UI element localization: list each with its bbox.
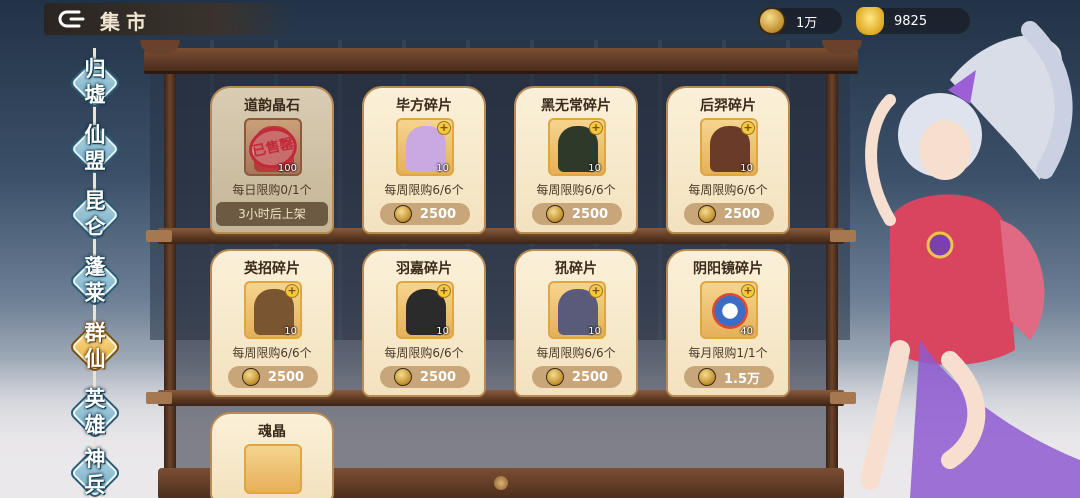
- item-price: 2500: [723, 206, 761, 222]
- fragment-plus-icon: +: [741, 121, 755, 135]
- shop-item-card[interactable]: 毕方碎片 + 10 每周限购6/6个 2500: [362, 86, 486, 234]
- item-icon: + 10: [244, 281, 302, 339]
- token-icon: [697, 205, 716, 223]
- item-icon: + 10: [548, 281, 606, 339]
- fragment-plus-icon: +: [589, 284, 603, 298]
- restock-timer: 3小时后上架: [216, 202, 328, 226]
- item-price: 2500: [571, 369, 609, 385]
- fragment-plus-icon: +: [741, 284, 755, 298]
- token-icon: [697, 368, 716, 386]
- scroll-indicator: [494, 476, 508, 490]
- item-icon: + 10: [396, 118, 454, 176]
- purchase-limit: 每周限购6/6个: [384, 183, 464, 197]
- shop-item-card[interactable]: 羽嘉碎片 + 10 每周限购6/6个 2500: [362, 249, 486, 397]
- item-icon: [244, 444, 302, 494]
- page-title: 集市: [100, 10, 152, 34]
- fragment-plus-icon: +: [285, 284, 299, 298]
- purchase-limit: 每月限购1/1个: [688, 346, 768, 360]
- shelf-roof: [140, 40, 862, 74]
- nav-label: 昆仑: [84, 188, 106, 239]
- item-icon: + 10: [700, 118, 758, 176]
- item-icon: 已售罄 100: [244, 118, 302, 176]
- item-name: 黑无常碎片: [541, 98, 611, 114]
- back-arrow-icon: [58, 10, 85, 28]
- shelf-post-left: [164, 74, 176, 498]
- nav-item-yingxiong[interactable]: 英雄: [70, 386, 120, 438]
- purchase-limit: 每周限购6/6个: [688, 183, 768, 197]
- item-quantity: 100: [277, 163, 297, 174]
- token-icon: [393, 368, 412, 386]
- buy-button[interactable]: 2500: [684, 203, 774, 225]
- purchase-limit: 每周限购6/6个: [384, 346, 464, 360]
- item-name: 后羿碎片: [700, 98, 756, 114]
- item-quantity: 10: [436, 326, 449, 337]
- item-icon: + 10: [548, 118, 606, 176]
- nav-item-xianmeng[interactable]: 仙盟: [70, 122, 120, 174]
- nav-label: 蓬莱: [84, 254, 106, 305]
- item-price: 2500: [419, 206, 457, 222]
- buy-button[interactable]: 1.5万: [684, 366, 774, 388]
- item-name: 阴阳镜碎片: [693, 261, 763, 277]
- nav-label: 英雄: [84, 386, 106, 437]
- item-name: 魂晶: [258, 424, 286, 440]
- item-quantity: 10: [284, 326, 297, 337]
- yin-yang-mirror-icon: [712, 293, 748, 329]
- shop-item-card[interactable]: 魂晶: [210, 412, 334, 498]
- item-icon: + 40: [700, 281, 758, 339]
- fragment-plus-icon: +: [437, 284, 451, 298]
- back-button[interactable]: [52, 7, 92, 31]
- item-icon: + 10: [396, 281, 454, 339]
- buy-button[interactable]: 2500: [532, 366, 622, 388]
- nav-item-penglai[interactable]: 蓬莱: [70, 254, 120, 306]
- item-quantity: 10: [436, 163, 449, 174]
- item-price: 2500: [267, 369, 305, 385]
- item-quantity: 10: [588, 163, 601, 174]
- nav-item-guixu[interactable]: 归墟: [70, 56, 120, 108]
- fragment-plus-icon: +: [437, 121, 451, 135]
- shop-item-card[interactable]: 后羿碎片 + 10 每周限购6/6个 2500: [666, 86, 790, 234]
- item-name: 犼碎片: [555, 261, 597, 277]
- item-price: 2500: [419, 369, 457, 385]
- token-icon: [241, 368, 260, 386]
- item-quantity: 10: [588, 326, 601, 337]
- shopkeeper-character: [860, 21, 1080, 498]
- token-icon: [393, 205, 412, 223]
- shop-item-card[interactable]: 阴阳镜碎片 + 40 每月限购1/1个 1.5万: [666, 249, 790, 397]
- nav-label: 仙盟: [84, 122, 106, 173]
- purchase-limit: 每周限购6/6个: [536, 346, 616, 360]
- item-price: 1.5万: [723, 371, 761, 387]
- token-icon: [758, 7, 786, 35]
- purchase-limit: 每日限购0/1个: [232, 183, 312, 197]
- nav-label: 神兵: [84, 446, 106, 497]
- item-name: 英招碎片: [244, 261, 300, 277]
- fragment-plus-icon: +: [589, 121, 603, 135]
- token-icon: [545, 205, 564, 223]
- item-name: 道韵晶石: [244, 98, 300, 114]
- nav-item-qunxian[interactable]: 群仙: [70, 320, 120, 372]
- item-quantity: 10: [740, 163, 753, 174]
- item-price: 2500: [571, 206, 609, 222]
- buy-button[interactable]: 2500: [532, 203, 622, 225]
- shop-item-card[interactable]: 犼碎片 + 10 每周限购6/6个 2500: [514, 249, 638, 397]
- shop-item-card[interactable]: 英招碎片 + 10 每周限购6/6个 2500: [210, 249, 334, 397]
- purchase-limit: 每周限购6/6个: [536, 183, 616, 197]
- nav-label: 归墟: [84, 56, 106, 107]
- item-quantity: 40: [740, 326, 753, 337]
- shop-item-card[interactable]: 道韵晶石 已售罄 100 每日限购0/1个 3小时后上架: [210, 86, 334, 234]
- item-name: 毕方碎片: [396, 98, 452, 114]
- buy-button[interactable]: 2500: [228, 366, 318, 388]
- currency-token-value: 1万: [796, 15, 818, 31]
- purchase-limit: 每周限购6/6个: [232, 346, 312, 360]
- item-name: 羽嘉碎片: [396, 261, 452, 277]
- token-icon: [545, 368, 564, 386]
- nav-item-kunlun[interactable]: 昆仑: [70, 188, 120, 240]
- buy-button[interactable]: 2500: [380, 203, 470, 225]
- buy-button[interactable]: 2500: [380, 366, 470, 388]
- shop-item-card[interactable]: 黑无常碎片 + 10 每周限购6/6个 2500: [514, 86, 638, 234]
- category-nav: 归墟 仙盟 昆仑 蓬莱 群仙 英雄 神兵: [62, 48, 128, 498]
- nav-item-shenbing[interactable]: 神兵: [70, 446, 120, 498]
- nav-label: 群仙: [84, 320, 106, 371]
